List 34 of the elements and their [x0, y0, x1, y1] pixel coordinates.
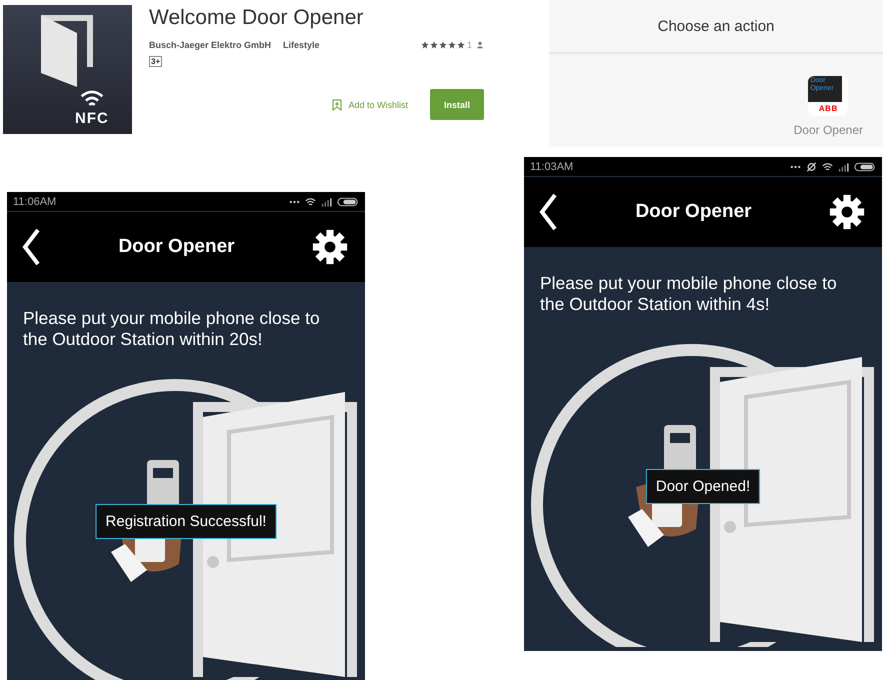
wifi-icon — [822, 162, 833, 172]
toast-message: Registration Successful! — [96, 504, 276, 539]
signal-icon — [838, 162, 849, 172]
category-link[interactable]: Lifestyle — [283, 40, 320, 50]
wireless-icon — [79, 89, 105, 107]
back-icon[interactable] — [21, 227, 41, 267]
toast-message: Door Opened! — [646, 469, 760, 504]
content-rating-badge: 3+ — [149, 56, 162, 67]
dialog-title: Choose an action — [549, 0, 883, 54]
rating-count: 1 — [466, 40, 472, 50]
screen-title: Door Opener — [118, 236, 235, 258]
more-dots-icon — [289, 200, 300, 204]
back-icon[interactable] — [538, 192, 558, 232]
instruction-text: Please put your mobile phone close to the Outdoor Station within 20s! — [22, 307, 321, 350]
brand-logo: ABB — [818, 103, 839, 115]
clock: 11:03AM — [530, 160, 574, 172]
battery-icon — [854, 162, 876, 172]
battery-icon — [337, 196, 359, 206]
bookmark-plus-icon — [332, 98, 342, 110]
instruction-text: Please put your mobile phone close to the Outdoor Station within 4s! — [539, 272, 838, 315]
wifi-icon — [305, 196, 316, 206]
more-dots-icon — [790, 164, 801, 168]
icon-label: NFC — [75, 110, 109, 127]
person-icon — [476, 41, 484, 49]
signal-icon — [321, 196, 332, 206]
clock: 11:06AM — [13, 196, 56, 208]
developer-link[interactable]: Busch-Jaeger Elektro GmbH — [149, 40, 272, 50]
install-button[interactable]: Install — [430, 89, 484, 120]
sync-off-icon — [806, 162, 817, 172]
app-title: Welcome Door Opener — [149, 6, 364, 30]
settings-icon[interactable] — [312, 229, 348, 265]
screen-title: Door Opener — [635, 201, 752, 223]
settings-icon[interactable] — [829, 194, 865, 230]
wishlist-button[interactable]: Add to Wishlist — [332, 98, 408, 110]
